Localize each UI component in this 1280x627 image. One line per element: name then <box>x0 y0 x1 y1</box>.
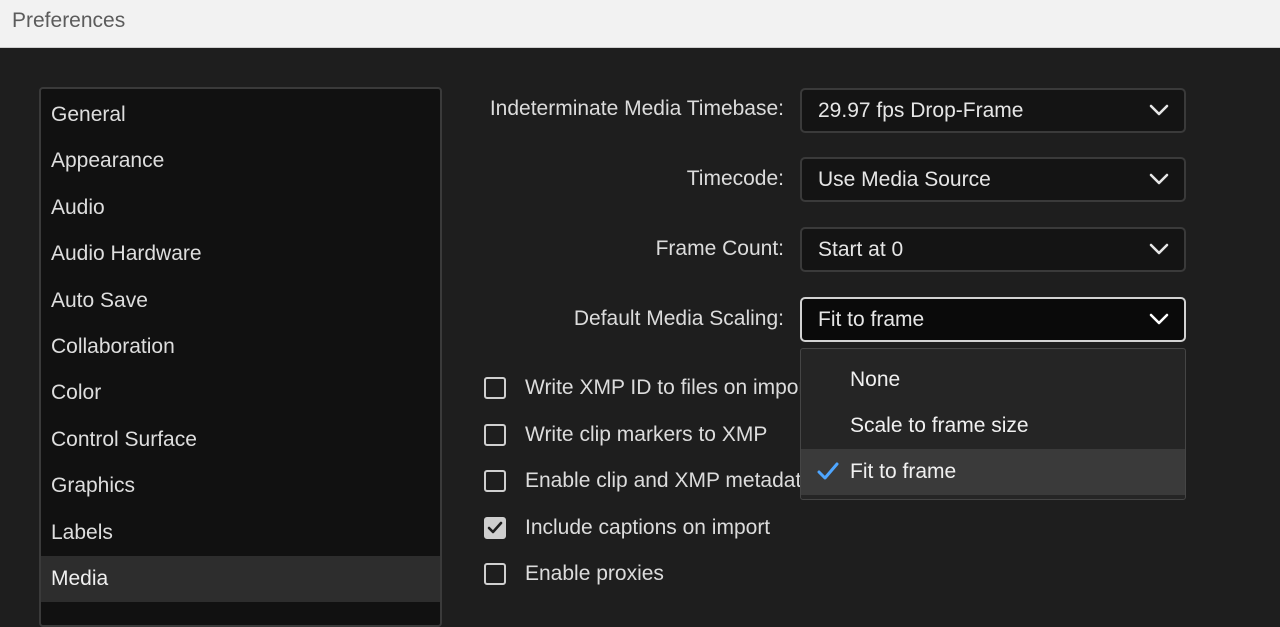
chevron-down-icon <box>1149 313 1169 325</box>
option-label: Scale to frame size <box>850 414 1029 437</box>
frame-count-select[interactable]: Start at 0 <box>800 227 1186 272</box>
chevron-down-icon <box>1149 243 1169 255</box>
sidebar-item-color[interactable]: Color <box>41 370 440 416</box>
timebase-value: 29.97 fps Drop-Frame <box>818 99 1024 122</box>
timebase-label: Indeterminate Media Timebase: <box>489 97 784 120</box>
sidebar-item-general[interactable]: General <box>41 92 440 138</box>
checkmark-icon <box>817 462 839 480</box>
title-bar: Preferences <box>0 0 1280 48</box>
timecode-label: Timecode: <box>686 167 784 190</box>
enable-proxies-checkbox[interactable] <box>484 563 506 585</box>
window-title: Preferences <box>12 9 126 32</box>
preferences-sidebar: General Appearance Audio Audio Hardware … <box>39 87 442 627</box>
sidebar-item-graphics[interactable]: Graphics <box>41 463 440 509</box>
enable-metadata-linking-checkbox[interactable] <box>484 470 506 492</box>
scaling-option-none[interactable]: None <box>801 357 1185 403</box>
chevron-down-icon <box>1149 173 1169 185</box>
checkbox-label: Write XMP ID to files on import <box>525 376 812 399</box>
option-label: None <box>850 368 901 391</box>
timecode-value: Use Media Source <box>818 168 991 191</box>
checkbox-label: Enable proxies <box>525 562 664 585</box>
sidebar-item-collaboration[interactable]: Collaboration <box>41 324 440 370</box>
scaling-select[interactable]: Fit to frame <box>800 297 1186 342</box>
chevron-down-icon <box>1149 104 1169 116</box>
option-label: Fit to frame <box>850 460 957 483</box>
timecode-select[interactable]: Use Media Source <box>800 157 1186 202</box>
sidebar-item-audio[interactable]: Audio <box>41 185 440 231</box>
checkbox-label: Include captions on import <box>525 516 771 539</box>
scaling-value: Fit to frame <box>818 308 925 331</box>
scaling-option-scale-to-frame-size[interactable]: Scale to frame size <box>801 403 1185 449</box>
scaling-label: Default Media Scaling: <box>573 307 784 330</box>
checkmark-icon <box>487 521 503 534</box>
checkbox-label: Write clip markers to XMP <box>525 423 768 446</box>
sidebar-item-media[interactable]: Media <box>41 555 440 603</box>
timebase-select[interactable]: 29.97 fps Drop-Frame <box>800 88 1186 133</box>
sidebar-item-labels[interactable]: Labels <box>41 510 440 556</box>
sidebar-item-appearance[interactable]: Appearance <box>41 138 440 184</box>
frame-count-label: Frame Count: <box>655 237 784 260</box>
scaling-option-fit-to-frame[interactable]: Fit to frame <box>801 449 1185 495</box>
write-clip-markers-checkbox[interactable] <box>484 424 506 446</box>
sidebar-item-control-surface[interactable]: Control Surface <box>41 417 440 463</box>
scaling-dropdown-menu: None Scale to frame size Fit to frame <box>800 348 1186 500</box>
sidebar-item-auto-save[interactable]: Auto Save <box>41 278 440 324</box>
write-xmp-id-checkbox[interactable] <box>484 377 506 399</box>
sidebar-item-audio-hardware[interactable]: Audio Hardware <box>41 231 440 277</box>
include-captions-checkbox[interactable] <box>484 517 506 539</box>
frame-count-value: Start at 0 <box>818 238 904 261</box>
